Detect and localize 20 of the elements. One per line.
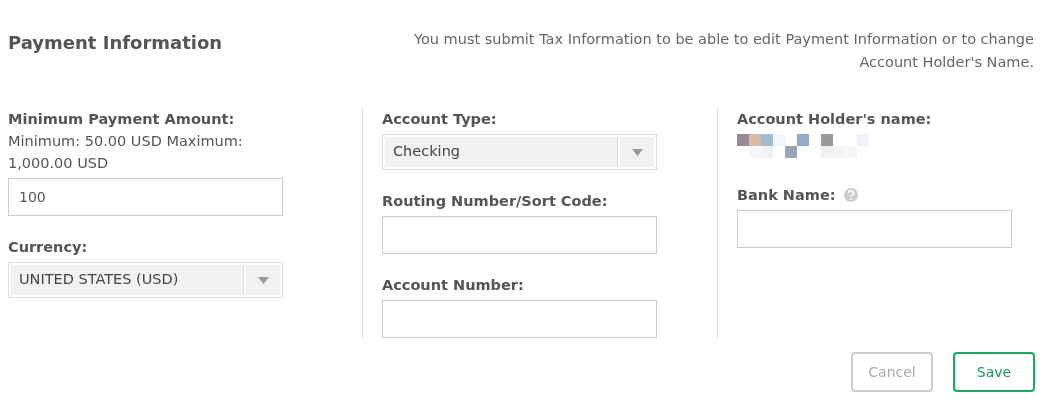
input-field[interactable]: 100 [8, 178, 283, 216]
input-field[interactable] [382, 216, 657, 254]
field-label: Account Number: [382, 276, 524, 295]
field-label: Account Type: [382, 110, 497, 129]
caret-icon [631, 148, 643, 156]
input-field[interactable] [737, 210, 1012, 248]
save-button[interactable]: Save [953, 352, 1035, 392]
dropdown[interactable]: Checking [382, 134, 657, 170]
field-note: Minimum: 50.00 USD Maximum: 1,000.00 USD [8, 132, 244, 173]
field-label: Bank Name: [737, 186, 836, 205]
field-label: Routing Number/Sort Code: [382, 192, 608, 211]
page-title: Payment Information [8, 31, 223, 55]
field-label: Currency: [8, 238, 88, 257]
dropdown[interactable]: UNITED STATES (USD) [8, 262, 283, 298]
caret-icon [257, 276, 269, 284]
input-field[interactable] [382, 300, 657, 338]
field-label: Minimum Payment Amount: [8, 110, 235, 129]
field-label: Account Holder's name: [737, 110, 932, 129]
help-icon[interactable] [843, 188, 858, 202]
notice-text: You must submit Tax Information to be able to edit Payment Information or to change Account Holder's Name. [413, 30, 1034, 72]
